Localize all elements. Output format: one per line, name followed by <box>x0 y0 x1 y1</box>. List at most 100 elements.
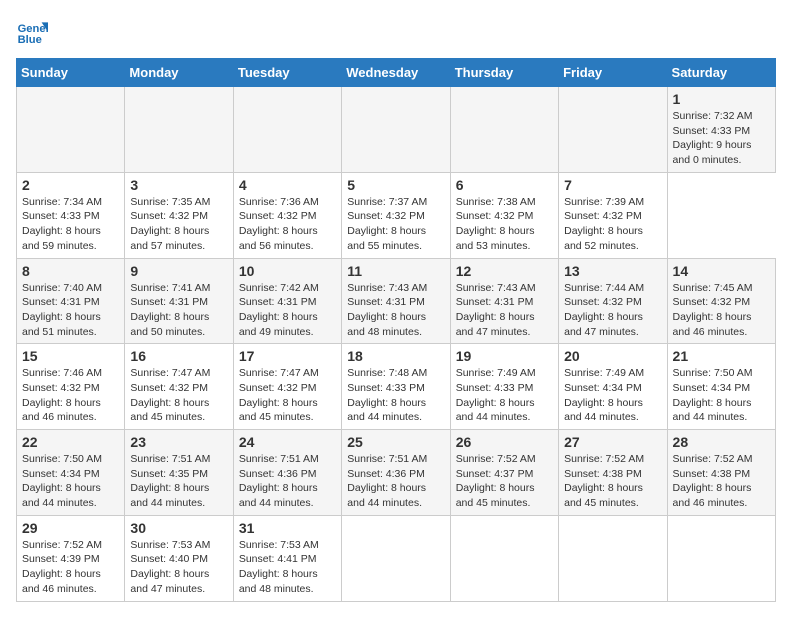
day-cell: 10 Sunrise: 7:42 AM Sunset: 4:31 PM Dayl… <box>233 258 341 344</box>
day-number: 18 <box>347 348 444 364</box>
day-cell: 31 Sunrise: 7:53 AM Sunset: 4:41 PM Dayl… <box>233 515 341 601</box>
day-number: 8 <box>22 263 119 279</box>
week-row-5: 29 Sunrise: 7:52 AM Sunset: 4:39 PM Dayl… <box>17 515 776 601</box>
day-number: 31 <box>239 520 336 536</box>
day-info: Sunrise: 7:51 AM Sunset: 4:36 PM Dayligh… <box>239 453 319 509</box>
day-info: Sunrise: 7:52 AM Sunset: 4:38 PM Dayligh… <box>564 453 644 509</box>
day-number: 26 <box>456 434 553 450</box>
day-cell: 30 Sunrise: 7:53 AM Sunset: 4:40 PM Dayl… <box>125 515 233 601</box>
day-cell: 1 Sunrise: 7:32 AM Sunset: 4:33 PM Dayli… <box>667 87 775 173</box>
day-number: 22 <box>22 434 119 450</box>
day-cell <box>125 87 233 173</box>
day-cell: 19 Sunrise: 7:49 AM Sunset: 4:33 PM Dayl… <box>450 344 558 430</box>
day-info: Sunrise: 7:50 AM Sunset: 4:34 PM Dayligh… <box>673 367 753 423</box>
day-cell: 24 Sunrise: 7:51 AM Sunset: 4:36 PM Dayl… <box>233 430 341 516</box>
page-header: General Blue <box>16 16 776 48</box>
day-number: 21 <box>673 348 770 364</box>
col-header-saturday: Saturday <box>667 59 775 87</box>
day-info: Sunrise: 7:32 AM Sunset: 4:33 PM Dayligh… <box>673 110 753 166</box>
day-info: Sunrise: 7:40 AM Sunset: 4:31 PM Dayligh… <box>22 282 102 338</box>
day-number: 2 <box>22 177 119 193</box>
day-info: Sunrise: 7:36 AM Sunset: 4:32 PM Dayligh… <box>239 196 319 252</box>
day-cell: 28 Sunrise: 7:52 AM Sunset: 4:38 PM Dayl… <box>667 430 775 516</box>
day-info: Sunrise: 7:47 AM Sunset: 4:32 PM Dayligh… <box>130 367 210 423</box>
svg-text:Blue: Blue <box>18 34 42 46</box>
day-cell: 5 Sunrise: 7:37 AM Sunset: 4:32 PM Dayli… <box>342 172 450 258</box>
week-row-1: 2 Sunrise: 7:34 AM Sunset: 4:33 PM Dayli… <box>17 172 776 258</box>
day-number: 14 <box>673 263 770 279</box>
day-number: 4 <box>239 177 336 193</box>
day-cell <box>342 515 450 601</box>
day-cell: 7 Sunrise: 7:39 AM Sunset: 4:32 PM Dayli… <box>559 172 667 258</box>
day-cell: 26 Sunrise: 7:52 AM Sunset: 4:37 PM Dayl… <box>450 430 558 516</box>
day-number: 10 <box>239 263 336 279</box>
day-cell: 13 Sunrise: 7:44 AM Sunset: 4:32 PM Dayl… <box>559 258 667 344</box>
day-info: Sunrise: 7:52 AM Sunset: 4:39 PM Dayligh… <box>22 539 102 595</box>
day-cell: 16 Sunrise: 7:47 AM Sunset: 4:32 PM Dayl… <box>125 344 233 430</box>
day-info: Sunrise: 7:53 AM Sunset: 4:40 PM Dayligh… <box>130 539 210 595</box>
col-header-wednesday: Wednesday <box>342 59 450 87</box>
day-cell: 9 Sunrise: 7:41 AM Sunset: 4:31 PM Dayli… <box>125 258 233 344</box>
day-info: Sunrise: 7:45 AM Sunset: 4:32 PM Dayligh… <box>673 282 753 338</box>
day-cell: 6 Sunrise: 7:38 AM Sunset: 4:32 PM Dayli… <box>450 172 558 258</box>
day-number: 6 <box>456 177 553 193</box>
day-number: 5 <box>347 177 444 193</box>
day-cell: 18 Sunrise: 7:48 AM Sunset: 4:33 PM Dayl… <box>342 344 450 430</box>
week-row-4: 22 Sunrise: 7:50 AM Sunset: 4:34 PM Dayl… <box>17 430 776 516</box>
day-info: Sunrise: 7:49 AM Sunset: 4:33 PM Dayligh… <box>456 367 536 423</box>
day-number: 24 <box>239 434 336 450</box>
col-header-tuesday: Tuesday <box>233 59 341 87</box>
day-cell: 22 Sunrise: 7:50 AM Sunset: 4:34 PM Dayl… <box>17 430 125 516</box>
day-number: 9 <box>130 263 227 279</box>
day-info: Sunrise: 7:51 AM Sunset: 4:35 PM Dayligh… <box>130 453 210 509</box>
day-number: 27 <box>564 434 661 450</box>
day-info: Sunrise: 7:50 AM Sunset: 4:34 PM Dayligh… <box>22 453 102 509</box>
col-header-thursday: Thursday <box>450 59 558 87</box>
week-row-3: 15 Sunrise: 7:46 AM Sunset: 4:32 PM Dayl… <box>17 344 776 430</box>
day-number: 30 <box>130 520 227 536</box>
day-cell: 15 Sunrise: 7:46 AM Sunset: 4:32 PM Dayl… <box>17 344 125 430</box>
day-cell: 14 Sunrise: 7:45 AM Sunset: 4:32 PM Dayl… <box>667 258 775 344</box>
day-info: Sunrise: 7:47 AM Sunset: 4:32 PM Dayligh… <box>239 367 319 423</box>
day-info: Sunrise: 7:34 AM Sunset: 4:33 PM Dayligh… <box>22 196 102 252</box>
day-cell: 17 Sunrise: 7:47 AM Sunset: 4:32 PM Dayl… <box>233 344 341 430</box>
day-cell: 3 Sunrise: 7:35 AM Sunset: 4:32 PM Dayli… <box>125 172 233 258</box>
day-number: 29 <box>22 520 119 536</box>
day-number: 17 <box>239 348 336 364</box>
day-info: Sunrise: 7:52 AM Sunset: 4:38 PM Dayligh… <box>673 453 753 509</box>
day-cell <box>559 87 667 173</box>
day-number: 28 <box>673 434 770 450</box>
day-cell <box>559 515 667 601</box>
day-cell: 25 Sunrise: 7:51 AM Sunset: 4:36 PM Dayl… <box>342 430 450 516</box>
day-number: 25 <box>347 434 444 450</box>
col-header-friday: Friday <box>559 59 667 87</box>
calendar-table: SundayMondayTuesdayWednesdayThursdayFrid… <box>16 58 776 602</box>
day-cell: 12 Sunrise: 7:43 AM Sunset: 4:31 PM Dayl… <box>450 258 558 344</box>
day-info: Sunrise: 7:46 AM Sunset: 4:32 PM Dayligh… <box>22 367 102 423</box>
day-cell: 27 Sunrise: 7:52 AM Sunset: 4:38 PM Dayl… <box>559 430 667 516</box>
col-header-monday: Monday <box>125 59 233 87</box>
day-cell <box>450 515 558 601</box>
day-cell <box>342 87 450 173</box>
day-info: Sunrise: 7:35 AM Sunset: 4:32 PM Dayligh… <box>130 196 210 252</box>
day-cell <box>233 87 341 173</box>
day-number: 15 <box>22 348 119 364</box>
day-cell <box>450 87 558 173</box>
day-info: Sunrise: 7:51 AM Sunset: 4:36 PM Dayligh… <box>347 453 427 509</box>
day-cell: 2 Sunrise: 7:34 AM Sunset: 4:33 PM Dayli… <box>17 172 125 258</box>
day-number: 23 <box>130 434 227 450</box>
day-info: Sunrise: 7:37 AM Sunset: 4:32 PM Dayligh… <box>347 196 427 252</box>
week-row-2: 8 Sunrise: 7:40 AM Sunset: 4:31 PM Dayli… <box>17 258 776 344</box>
col-header-sunday: Sunday <box>17 59 125 87</box>
day-cell: 21 Sunrise: 7:50 AM Sunset: 4:34 PM Dayl… <box>667 344 775 430</box>
day-number: 19 <box>456 348 553 364</box>
day-number: 20 <box>564 348 661 364</box>
day-number: 7 <box>564 177 661 193</box>
day-info: Sunrise: 7:49 AM Sunset: 4:34 PM Dayligh… <box>564 367 644 423</box>
day-info: Sunrise: 7:38 AM Sunset: 4:32 PM Dayligh… <box>456 196 536 252</box>
day-info: Sunrise: 7:43 AM Sunset: 4:31 PM Dayligh… <box>456 282 536 338</box>
day-info: Sunrise: 7:42 AM Sunset: 4:31 PM Dayligh… <box>239 282 319 338</box>
day-cell: 11 Sunrise: 7:43 AM Sunset: 4:31 PM Dayl… <box>342 258 450 344</box>
day-number: 11 <box>347 263 444 279</box>
day-info: Sunrise: 7:48 AM Sunset: 4:33 PM Dayligh… <box>347 367 427 423</box>
